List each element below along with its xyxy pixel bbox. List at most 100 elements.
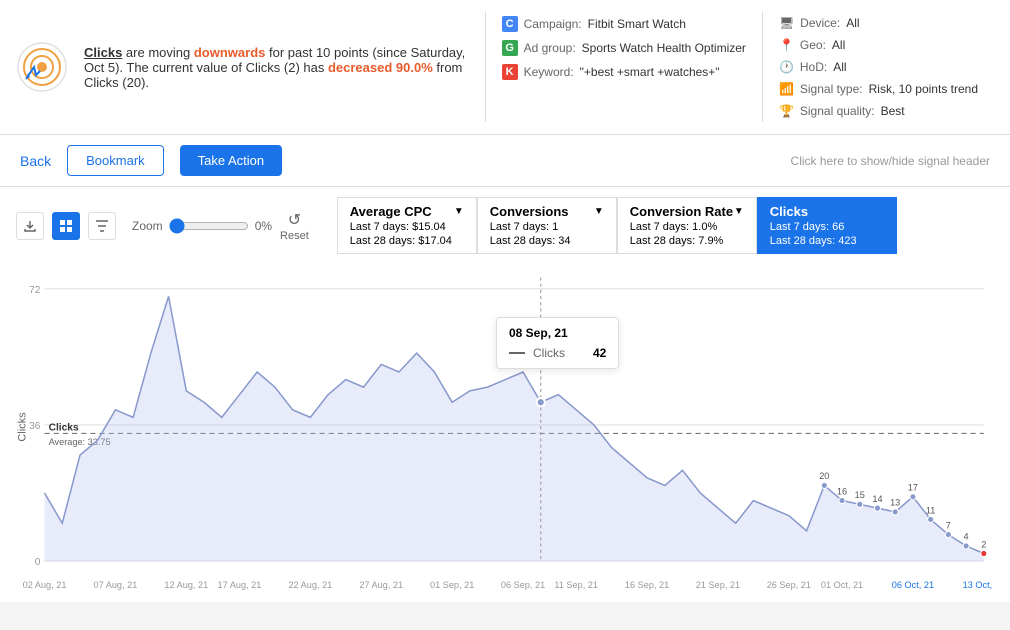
svg-text:07 Aug, 21: 07 Aug, 21 xyxy=(94,580,138,590)
svg-text:13 Oct, 21: 13 Oct, 21 xyxy=(963,580,994,590)
svg-text:12 Aug, 21: 12 Aug, 21 xyxy=(164,580,208,590)
alert-section: Clicks are moving downwards for past 10 … xyxy=(0,0,1010,135)
device-row: 🖥 Device: All xyxy=(779,16,978,30)
campaign-icon: C xyxy=(502,16,518,32)
metric-tabs: Average CPC ▼ Last 7 days: $15.04 Last 2… xyxy=(337,197,897,254)
adgroup-label: Ad group: xyxy=(524,41,576,55)
zoom-value: 0% xyxy=(255,219,272,233)
metric-tab-val2: Last 28 days: 34 xyxy=(490,235,604,247)
metric-tab-arrow: ▼ xyxy=(734,206,744,217)
svg-text:17: 17 xyxy=(908,483,918,493)
geo-icon: 📍 xyxy=(779,38,794,52)
zoom-slider[interactable] xyxy=(169,218,249,234)
zoom-section: Zoom 0% xyxy=(132,218,272,234)
keyword-value: "+best +smart +watches+" xyxy=(580,65,720,79)
alert-pre: are moving xyxy=(122,45,194,60)
adgroup-row: G Ad group: Sports Watch Health Optimize… xyxy=(502,40,746,56)
signal-type-icon: 📶 xyxy=(779,82,794,96)
metric-tab-arrow: ▼ xyxy=(594,206,604,217)
svg-text:02 Aug, 21: 02 Aug, 21 xyxy=(23,580,67,590)
zoom-label: Zoom xyxy=(132,219,163,233)
svg-text:0: 0 xyxy=(35,557,41,568)
svg-text:14: 14 xyxy=(872,494,882,504)
hod-value: All xyxy=(833,60,846,74)
alert-end: ) has xyxy=(295,60,328,75)
keyword-label: Keyword: xyxy=(524,65,574,79)
signal-type-row: 📶 Signal type: Risk, 10 points trend xyxy=(779,82,978,96)
svg-text:01 Oct, 21: 01 Oct, 21 xyxy=(821,580,863,590)
action-left: Back Bookmark Take Action xyxy=(20,145,282,176)
y-axis-label: Clicks xyxy=(17,412,29,441)
metric-name: Clicks xyxy=(84,45,122,60)
direction-text: downwards xyxy=(194,45,266,60)
metric-tab-name: Conversion Rate xyxy=(630,204,733,219)
keyword-row: K Keyword: "+best +smart +watches+" xyxy=(502,64,746,80)
download-icon[interactable] xyxy=(16,212,44,240)
alert-text: Clicks are moving downwards for past 10 … xyxy=(84,45,469,90)
chart-toolbar: Zoom 0% ↺ Reset Average CPC ▼ Last 7 day… xyxy=(16,197,994,254)
metric-tab-clicks[interactable]: Clicks Last 7 days: 66 Last 28 days: 423 xyxy=(757,197,897,254)
svg-text:17 Aug, 21: 17 Aug, 21 xyxy=(218,580,262,590)
metric-tab-val1: Last 7 days: $15.04 xyxy=(350,221,464,233)
metric-tab-name: Clicks xyxy=(770,204,808,219)
metric-tab-name: Conversions xyxy=(490,204,569,219)
svg-text:4: 4 xyxy=(964,532,969,542)
svg-text:26 Sep, 21: 26 Sep, 21 xyxy=(767,580,811,590)
svg-text:Clicks: Clicks xyxy=(49,422,79,433)
device-value: All xyxy=(846,16,859,30)
svg-text:22 Aug, 21: 22 Aug, 21 xyxy=(288,580,332,590)
signal-quality-icon: 🏆 xyxy=(779,104,794,118)
svg-text:06 Oct, 21: 06 Oct, 21 xyxy=(892,580,934,590)
metric-tab-name: Average CPC xyxy=(350,204,432,219)
svg-text:16 Sep, 21: 16 Sep, 21 xyxy=(625,580,669,590)
grid-icon[interactable] xyxy=(52,212,80,240)
hod-label: HoD: xyxy=(800,60,827,74)
signal-quality-value: Best xyxy=(881,104,905,118)
chart-svg: 03672ClicksAverage: 33.75201615141317117… xyxy=(16,262,994,592)
alert-icon xyxy=(16,41,68,93)
signal-type-value: Risk, 10 points trend xyxy=(869,82,978,96)
metric-tab-val1: Last 7 days: 1.0% xyxy=(630,221,744,233)
back-button[interactable]: Back xyxy=(20,153,51,169)
campaign-info: C Campaign: Fitbit Smart Watch G Ad grou… xyxy=(485,12,994,122)
hod-icon: 🕐 xyxy=(779,60,794,74)
metric-tab-val2: Last 28 days: 423 xyxy=(770,235,884,247)
geo-label: Geo: xyxy=(800,38,826,52)
signal-quality-label: Signal quality: xyxy=(800,104,875,118)
svg-text:06 Sep, 21: 06 Sep, 21 xyxy=(501,580,545,590)
metric-tab-val2: Last 28 days: 7.9% xyxy=(630,235,744,247)
signal-col: 🖥 Device: All 📍 Geo: All 🕐 HoD: All 📶 Si… xyxy=(762,12,994,122)
filter-icon[interactable] xyxy=(88,212,116,240)
decreased-label: decreased 90.0% xyxy=(328,60,433,75)
svg-text:16: 16 xyxy=(837,486,847,496)
svg-text:11 Sep, 21: 11 Sep, 21 xyxy=(554,580,598,590)
chart-section: Zoom 0% ↺ Reset Average CPC ▼ Last 7 day… xyxy=(0,187,1010,602)
bookmark-button[interactable]: Bookmark xyxy=(67,145,164,176)
metric-tab-arrow: ▼ xyxy=(454,206,464,217)
campaign-value: Fitbit Smart Watch xyxy=(588,17,686,31)
signal-quality-row: 🏆 Signal quality: Best xyxy=(779,104,978,118)
signal-type-label: Signal type: xyxy=(800,82,863,96)
geo-row: 📍 Geo: All xyxy=(779,38,978,52)
svg-text:72: 72 xyxy=(29,285,41,296)
take-action-button[interactable]: Take Action xyxy=(180,145,283,176)
reset-label: Reset xyxy=(280,230,309,242)
adgroup-value: Sports Watch Health Optimizer xyxy=(582,41,746,55)
svg-text:27 Aug, 21: 27 Aug, 21 xyxy=(359,580,403,590)
metric-tab-val1: Last 7 days: 66 xyxy=(770,221,884,233)
metric-tab-val2: Last 28 days: $17.04 xyxy=(350,235,464,247)
show-hide-hint[interactable]: Click here to show/hide signal header xyxy=(791,154,990,168)
metric-tab-val1: Last 7 days: 1 xyxy=(490,221,604,233)
svg-text:2: 2 xyxy=(981,539,986,549)
metric-tab-conversions[interactable]: Conversions ▼ Last 7 days: 1 Last 28 day… xyxy=(477,197,617,254)
reset-button[interactable]: ↺ Reset xyxy=(280,210,309,242)
metric-tab-conversion-rate[interactable]: Conversion Rate ▼ Last 7 days: 1.0% Last… xyxy=(617,197,757,254)
device-label: Device: xyxy=(800,16,840,30)
svg-text:11: 11 xyxy=(926,505,936,515)
keyword-icon: K xyxy=(502,64,518,80)
svg-text:20: 20 xyxy=(819,471,829,481)
device-icon: 🖥 xyxy=(779,16,794,30)
metric-tab-average-cpc[interactable]: Average CPC ▼ Last 7 days: $15.04 Last 2… xyxy=(337,197,477,254)
geo-value: All xyxy=(832,38,845,52)
action-bar: Back Bookmark Take Action Click here to … xyxy=(0,135,1010,187)
